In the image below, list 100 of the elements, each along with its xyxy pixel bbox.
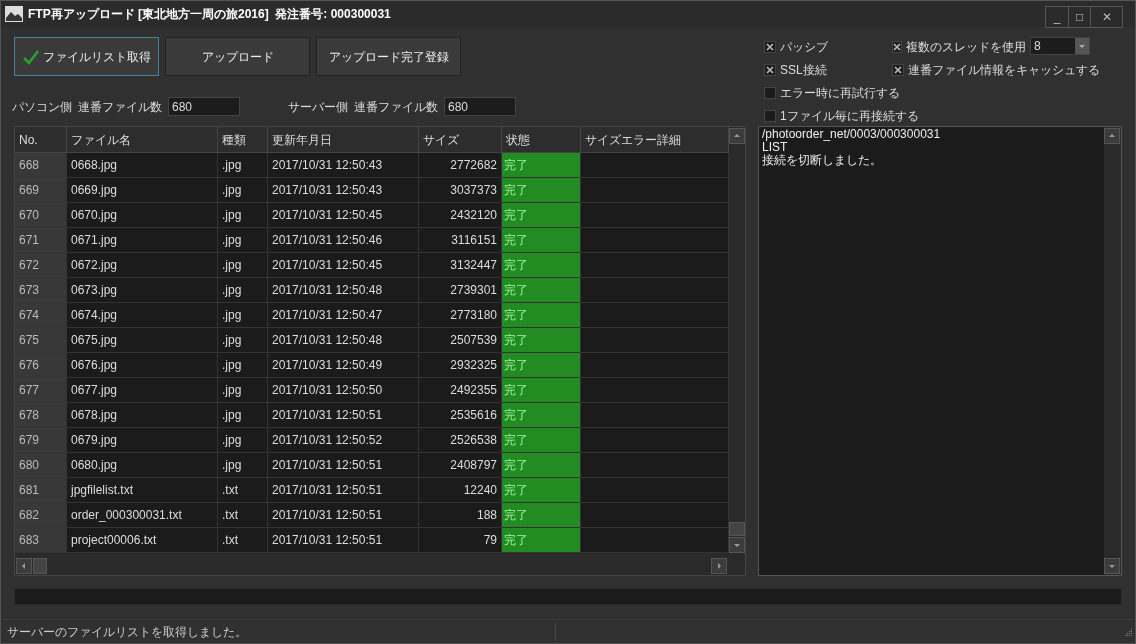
table-cell: .txt [218,478,268,503]
row-number-cell: 682 [15,503,67,528]
table-cell: 3116151 [419,228,502,253]
table-cell: 2017/10/31 12:50:51 [268,453,419,478]
table-cell: .jpg [218,353,268,378]
table-cell: 2017/10/31 12:50:51 [268,403,419,428]
status-cell: 完了 [502,403,581,428]
row-number-cell: 675 [15,328,67,353]
status-cell: 完了 [502,528,581,553]
status-cell: 完了 [502,328,581,353]
checkbox[interactable] [892,64,904,76]
table-cell: 2772682 [419,153,502,178]
check-x-icon [893,43,901,51]
checkbox[interactable] [764,64,776,76]
row-number-cell: 674 [15,303,67,328]
table-cell: 0671.jpg [67,228,218,253]
count-field[interactable]: 680 [168,97,240,116]
checkbox[interactable] [764,41,776,53]
checkbox[interactable] [764,87,776,99]
check-x-icon [766,43,774,51]
checkbox-label: エラー時に再試行する [780,85,900,102]
table-cell: 2408797 [419,453,502,478]
scroll-down-button[interactable] [729,537,745,553]
table-cell: 0677.jpg [67,378,218,403]
checkbox-label: SSL接続 [780,62,827,79]
table-cell: 2535616 [419,403,502,428]
table-cell: 2773180 [419,303,502,328]
checkbox[interactable] [892,41,902,53]
horizontal-scrollbar[interactable] [15,557,728,574]
table-cell: 2017/10/31 12:50:48 [268,328,419,353]
table-cell: 2017/10/31 12:50:50 [268,378,419,403]
table-cell: 3132447 [419,253,502,278]
table-cell: 2017/10/31 12:50:51 [268,478,419,503]
checkbox[interactable] [764,110,776,122]
table-cell: 2507539 [419,328,502,353]
row-number-cell: 683 [15,528,67,553]
scroll-left-button[interactable] [16,557,32,574]
status-cell: 完了 [502,228,581,253]
status-cell: 完了 [502,353,581,378]
table-cell: .jpg [218,378,268,403]
table-cell: 0674.jpg [67,303,218,328]
row-number-cell: 673 [15,278,67,303]
row-number-cell: 669 [15,178,67,203]
table-cell: .jpg [218,253,268,278]
table-cell: 0675.jpg [67,328,218,353]
log-line: LIST [762,141,788,154]
table-cell: 188 [419,503,502,528]
scroll-thumb[interactable] [33,557,47,574]
status-cell: 完了 [502,253,581,278]
toolbar-button[interactable]: アップロード完了登録 [316,37,461,76]
scroll-up-button[interactable] [1104,128,1120,144]
row-number-cell: 678 [15,403,67,428]
table-cell: 12240 [419,478,502,503]
check-x-icon [894,66,902,74]
minimize-button[interactable]: _ [1046,7,1068,27]
thread-count-dropdown[interactable]: 8 [1030,37,1090,55]
table-cell: 2017/10/31 12:50:43 [268,178,419,203]
log-line: 接続を切断しました。 [762,154,883,167]
scroll-down-button[interactable] [1104,558,1120,574]
scroll-up-button[interactable] [729,128,745,144]
table-cell: .txt [218,503,268,528]
row-number-cell: 671 [15,228,67,253]
status-cell: 完了 [502,153,581,178]
row-number-cell: 668 [15,153,67,178]
table-cell: .jpg [218,403,268,428]
status-cell: 完了 [502,303,581,328]
table-cell: 2017/10/31 12:50:47 [268,303,419,328]
table-cell: .jpg [218,428,268,453]
count-label: 連番ファイル数 [354,98,439,116]
table-cell: .jpg [218,278,268,303]
check-x-icon [766,66,774,74]
status-cell: 完了 [502,428,581,453]
scroll-right-button[interactable] [711,557,727,574]
table-cell: 0678.jpg [67,403,218,428]
status-cell: 完了 [502,453,581,478]
count-field[interactable]: 680 [444,97,516,116]
table-cell: .jpg [218,178,268,203]
table-cell: .jpg [218,453,268,478]
table-cell: .txt [218,528,268,553]
table-cell: 0679.jpg [67,428,218,453]
table-cell: .jpg [218,228,268,253]
scroll-thumb[interactable] [729,522,745,536]
table-cell: 2017/10/31 12:50:52 [268,428,419,453]
checkbox-label: パッシブ [780,39,828,56]
table-cell: .jpg [218,203,268,228]
maximize-button[interactable]: □ [1068,7,1090,27]
status-cell: 完了 [502,378,581,403]
table-cell: 0673.jpg [67,278,218,303]
table-cell: 0672.jpg [67,253,218,278]
resize-grip-icon[interactable] [1123,626,1133,637]
row-number-cell: 672 [15,253,67,278]
close-button[interactable]: ✕ [1090,7,1122,27]
toolbar-button[interactable]: アップロード [165,37,310,76]
table-cell: 0668.jpg [67,153,218,178]
toolbar-button[interactable]: ファイルリスト取得 [14,37,159,76]
table-cell: 2932325 [419,353,502,378]
table-cell: 2017/10/31 12:50:48 [268,278,419,303]
app-icon [5,6,23,22]
table-cell: 2017/10/31 12:50:46 [268,228,419,253]
status-cell: 完了 [502,203,581,228]
